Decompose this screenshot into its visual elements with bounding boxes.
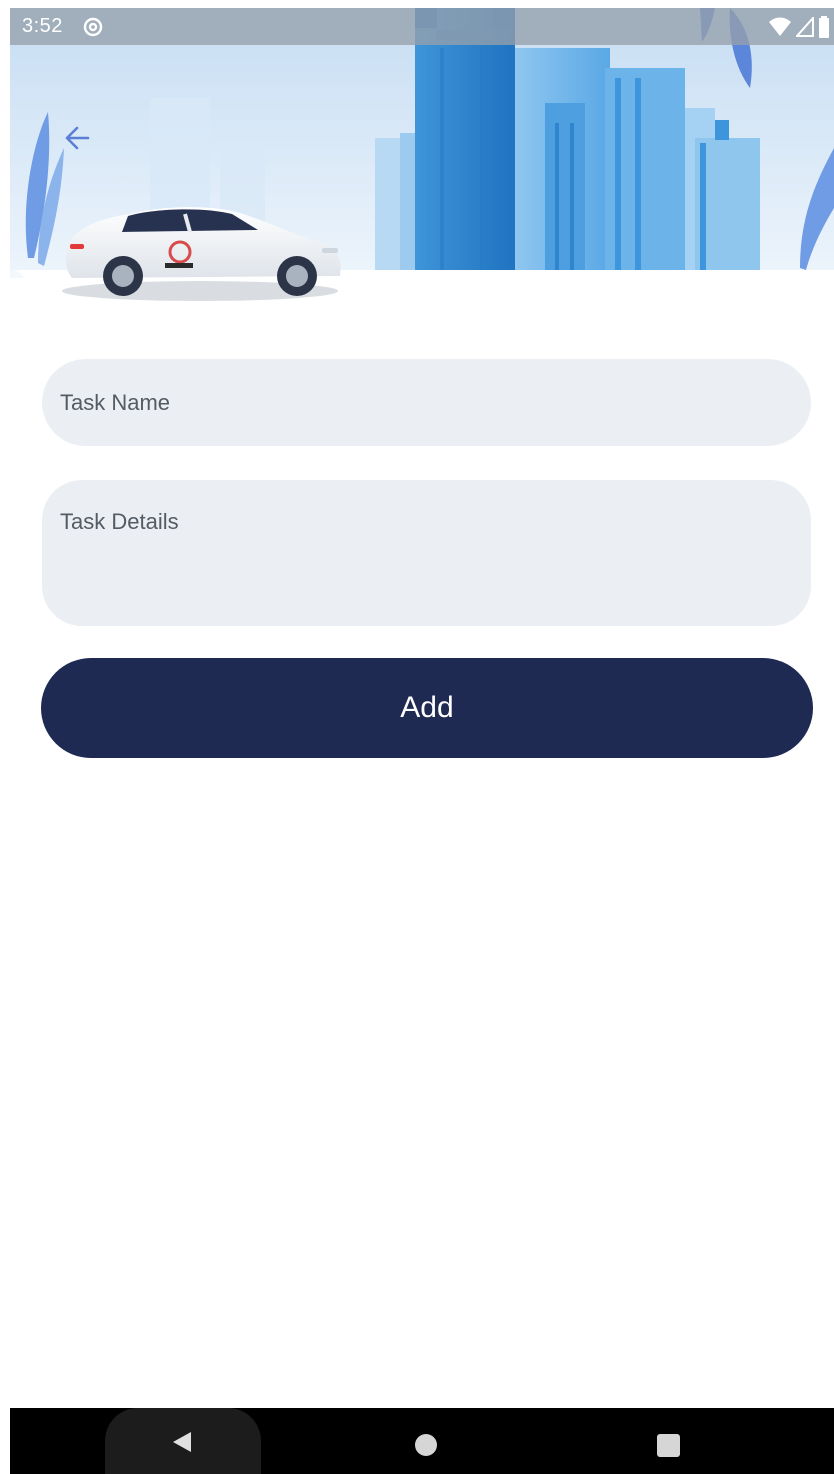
nav-back-button[interactable]	[170, 1430, 194, 1454]
status-bar: 3:52	[10, 8, 834, 45]
task-details-input[interactable]: Task Details	[42, 480, 811, 626]
city-taxi-illustration	[10, 8, 834, 318]
task-name-placeholder: Task Name	[60, 390, 171, 415]
status-time: 3:52	[22, 15, 63, 37]
header-illustration	[10, 8, 834, 318]
add-button-label: Add	[400, 691, 454, 724]
wifi-icon	[768, 17, 792, 43]
task-details-placeholder: Task Details	[60, 509, 179, 534]
system-nav-bar	[10, 1408, 834, 1474]
arrow-left-icon	[65, 126, 90, 150]
triangle-back-icon	[173, 1432, 191, 1452]
battery-icon	[818, 16, 830, 44]
add-button[interactable]: Add	[41, 658, 813, 758]
cell-signal-icon	[794, 15, 814, 43]
nav-home-button[interactable]	[415, 1434, 437, 1456]
nav-recents-button[interactable]	[657, 1434, 680, 1457]
status-icons	[768, 15, 830, 44]
at-sign-icon	[83, 17, 103, 37]
app-screen: 3:52 Task Name Task Details Add	[10, 8, 834, 1474]
back-button[interactable]	[60, 120, 96, 156]
task-name-input[interactable]: Task Name	[42, 359, 811, 446]
